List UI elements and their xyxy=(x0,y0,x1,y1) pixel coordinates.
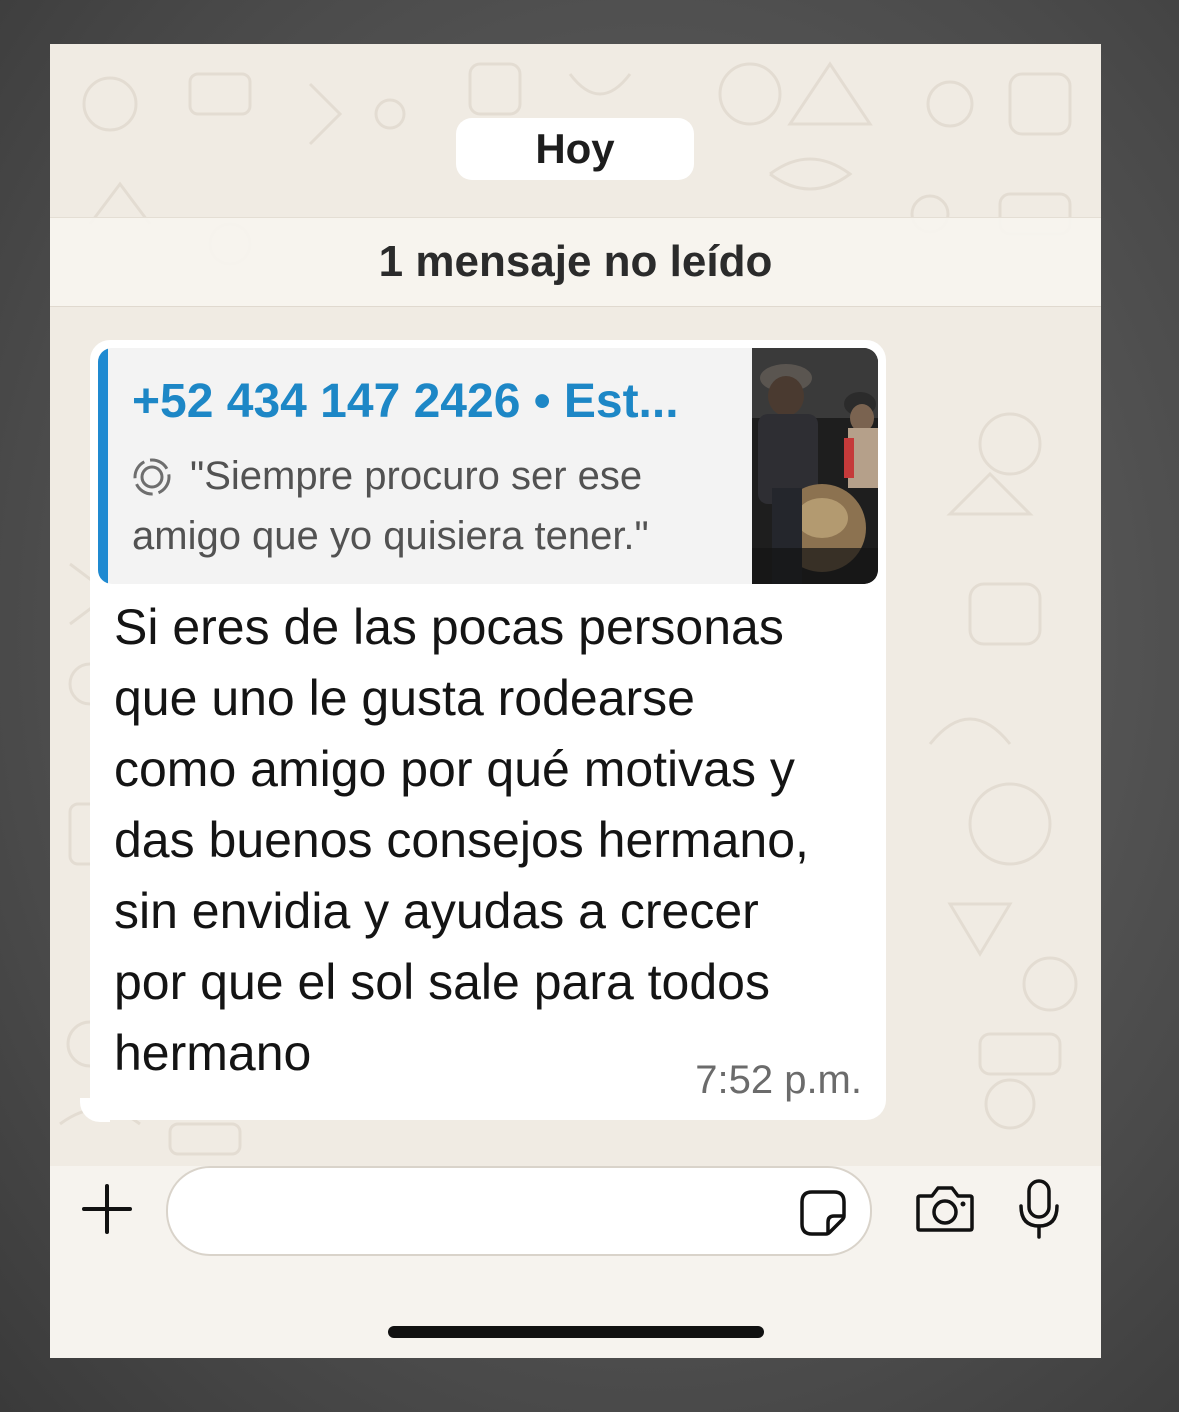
unread-messages-banner: 1 mensaje no leído xyxy=(50,217,1101,307)
date-chip: Hoy xyxy=(456,118,694,180)
sticker-icon[interactable] xyxy=(798,1188,848,1238)
microphone-icon[interactable] xyxy=(1016,1178,1062,1240)
incoming-message-bubble[interactable]: +52 434 147 2426 • Est... "Siempre procu… xyxy=(90,340,886,1120)
quote-text: "Siempre procuro ser ese xyxy=(190,454,643,498)
quote-text-line-2: amigo que yo quisiera tener." xyxy=(132,514,649,558)
quote-author: +52 434 147 2426 • Est... xyxy=(132,375,679,428)
message-input[interactable] xyxy=(166,1166,872,1256)
message-timestamp: 7:52 p.m. xyxy=(695,1058,862,1102)
quote-text-line-1: "Siempre procuro ser ese xyxy=(132,454,732,499)
message-body: Si eres de las pocas personas que uno le… xyxy=(114,599,809,1081)
home-indicator[interactable] xyxy=(388,1326,764,1338)
quoted-status-reply[interactable]: +52 434 147 2426 • Est... "Siempre procu… xyxy=(98,348,878,584)
quote-accent-bar xyxy=(98,348,108,584)
status-thumbnail[interactable] xyxy=(752,348,878,584)
chat-screen: Hoy 1 mensaje no leído +52 434 147 2426 … xyxy=(50,44,1101,1358)
plus-icon[interactable] xyxy=(80,1182,134,1236)
camera-icon[interactable] xyxy=(914,1182,976,1236)
status-ring-icon xyxy=(133,458,171,495)
